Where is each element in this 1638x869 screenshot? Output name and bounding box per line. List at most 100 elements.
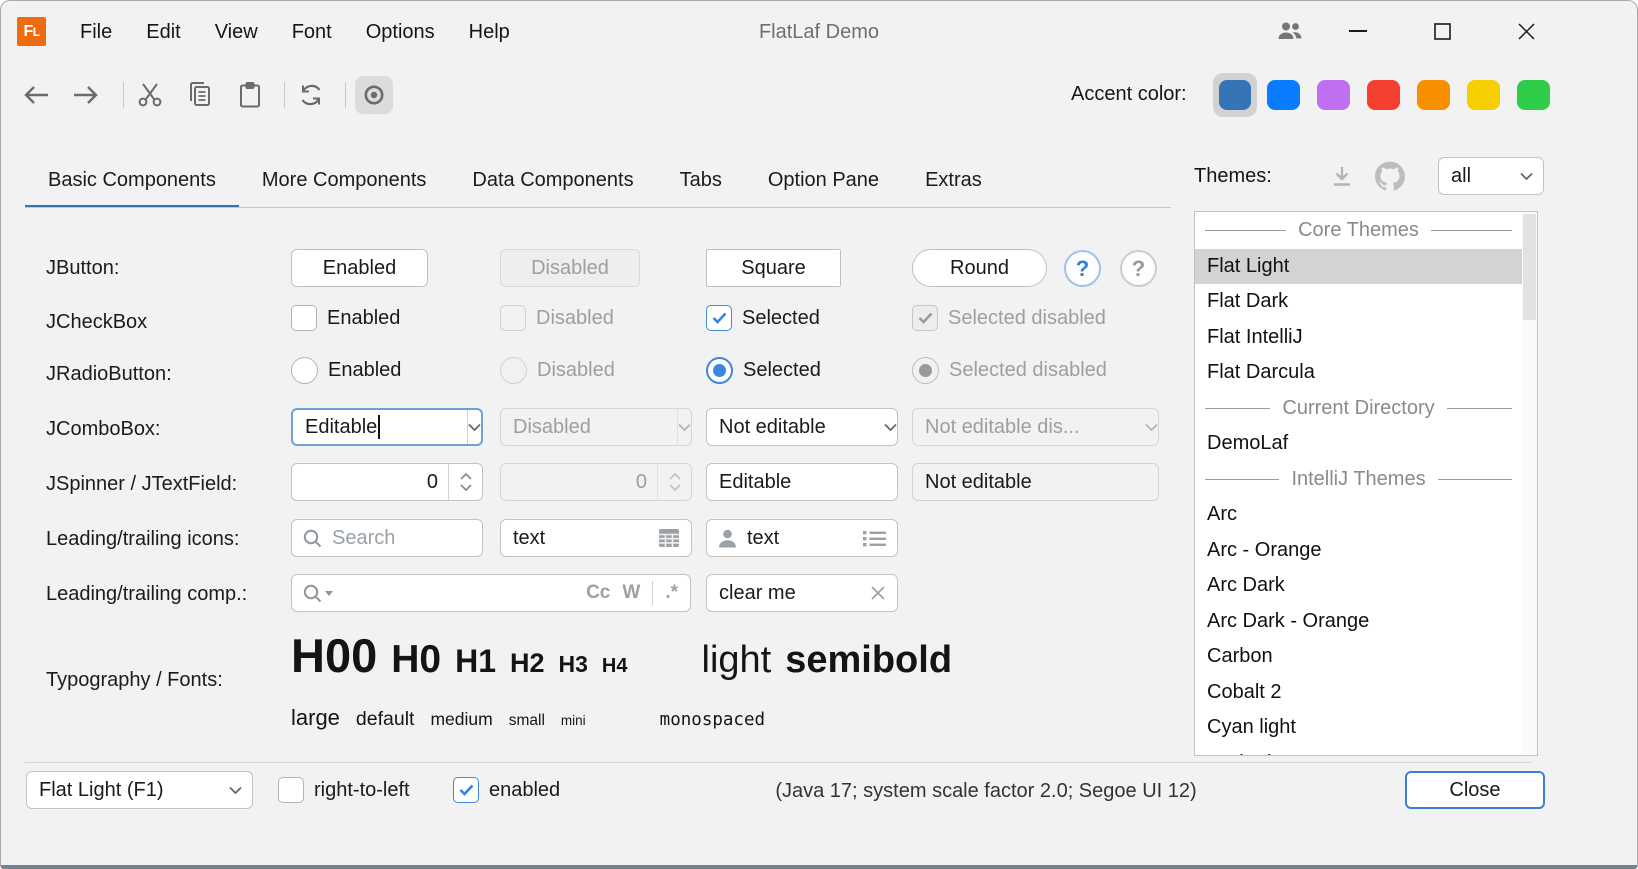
checkbox-selected[interactable]: Selected [706,305,820,331]
accent-swatch-orange[interactable] [1417,80,1450,110]
checkbox-disabled: Disabled [500,305,614,331]
help-button[interactable]: ? [1064,250,1101,287]
spinner[interactable]: 0 [291,463,483,501]
menu-options[interactable]: Options [349,15,452,50]
tab-option-pane[interactable]: Option Pane [745,156,902,208]
menu-help[interactable]: Help [452,15,527,50]
radio-selected[interactable]: Selected [706,357,821,384]
tab-basic-components[interactable]: Basic Components [25,156,239,208]
square-button[interactable]: Square [706,249,841,287]
enabled-checkbox[interactable]: enabled [453,777,560,803]
theme-item-arc-orange[interactable]: Arc - Orange [1195,533,1522,569]
chevron-down-icon[interactable] [884,423,897,431]
laf-selector-combobox[interactable]: Flat Light (F1) [26,771,253,809]
theme-item-arc-dark[interactable]: Arc Dark [1195,568,1522,604]
forward-button[interactable] [67,76,105,114]
close-button[interactable]: Close [1405,771,1545,809]
maximize-button[interactable] [1419,11,1465,51]
accent-swatch-yellow[interactable] [1467,80,1500,110]
tab-more-components[interactable]: More Components [239,156,450,208]
checkbox-checked-icon[interactable] [706,305,732,331]
copy-button[interactable] [181,76,219,114]
tab-data-components[interactable]: Data Components [449,156,656,208]
show-hover-icon [362,83,386,107]
right-to-left-checkbox[interactable]: right-to-left [278,777,410,803]
mini-sample: mini [561,713,586,728]
checkbox-enabled[interactable]: Enabled [291,305,400,331]
textfield-editable[interactable]: Editable [706,463,898,501]
theme-item-arc-dark-orange[interactable]: Arc Dark - Orange [1195,604,1522,640]
show-hover-toggle[interactable] [355,76,393,114]
menu-edit[interactable]: Edit [129,15,197,50]
enabled-button[interactable]: Enabled [291,249,428,287]
accent-swatch-green[interactable] [1517,80,1550,110]
search-field[interactable] [291,519,483,557]
radio-enabled[interactable]: Enabled [291,357,401,384]
whole-word-button[interactable]: W [622,582,640,604]
refresh-button[interactable] [292,76,330,114]
search-with-menu-icon[interactable] [292,584,333,603]
theme-item-flat-darcula[interactable]: Flat Darcula [1195,355,1522,391]
tabbar-underline [25,207,1171,208]
back-button[interactable] [17,76,55,114]
minimize-icon [1349,29,1367,33]
scrollbar-thumb[interactable] [1523,214,1536,320]
theme-item-cyan-light[interactable]: Cyan light [1195,710,1522,746]
tab-extras[interactable]: Extras [902,156,1005,208]
chevron-up-icon [669,473,681,480]
search-field-with-options[interactable]: Cc W .* [291,574,691,612]
chevron-down-icon [1145,423,1158,431]
round-button[interactable]: Round [912,249,1047,287]
text-field-trailing-icon[interactable]: text [500,519,692,557]
accent-swatch-blue-selected[interactable] [1219,80,1251,110]
theme-item-demolaf[interactable]: DemoLaf [1195,426,1522,462]
list-icon[interactable] [863,530,897,547]
combobox-editable[interactable]: Editable [291,408,483,446]
theme-item-dark-flat[interactable]: Dark Flat [1195,746,1522,757]
light-weight-sample: light [702,639,772,682]
radio-icon[interactable] [291,357,318,384]
calendar-grid-icon[interactable] [658,528,691,548]
menu-font[interactable]: Font [275,15,349,50]
theme-item-flat-dark[interactable]: Flat Dark [1195,284,1522,320]
download-themes-button[interactable] [1325,159,1359,193]
theme-item-arc[interactable]: Arc [1195,497,1522,533]
small-sample: small [509,712,545,730]
theme-item-flat-light[interactable]: Flat Light [1195,249,1522,285]
themes-separator: Core Themes [1195,213,1522,249]
clearable-field[interactable]: clear me [706,574,898,612]
radio-checked-icon[interactable] [706,357,733,384]
checkbox-icon[interactable] [291,305,317,331]
menu-file[interactable]: File [63,15,129,50]
theme-item-cobalt-2[interactable]: Cobalt 2 [1195,675,1522,711]
themes-filter-combobox[interactable]: all [1438,157,1544,195]
themes-scrollbar[interactable] [1522,212,1537,755]
combobox-not-editable[interactable]: Not editable [706,408,898,446]
chevron-down-icon [678,423,691,431]
tab-tabs[interactable]: Tabs [657,156,745,208]
match-case-button[interactable]: Cc [586,582,610,604]
search-input[interactable] [322,527,442,550]
clear-icon[interactable] [871,586,897,600]
accent-swatch-purple[interactable] [1317,80,1350,110]
chevron-down-icon[interactable] [468,423,481,431]
regex-button[interactable]: .* [665,582,678,604]
close-window-button[interactable] [1503,11,1549,51]
menu-view[interactable]: View [198,15,275,50]
github-button[interactable] [1373,159,1407,193]
accent-swatch-brightblue[interactable] [1267,80,1300,110]
checkbox-checked-icon[interactable] [453,777,479,803]
theme-item-flat-intellij[interactable]: Flat IntelliJ [1195,320,1522,356]
cut-button[interactable] [131,76,169,114]
text-field-leading-trailing[interactable]: text [706,519,898,557]
minimize-button[interactable] [1335,11,1381,51]
checkbox-selected-disabled: Selected disabled [912,305,1106,331]
theme-item-carbon[interactable]: Carbon [1195,639,1522,675]
accent-swatch-red[interactable] [1367,80,1400,110]
h0-sample: H0 [391,638,441,682]
checkbox-icon[interactable] [278,777,304,803]
paste-button[interactable] [231,76,269,114]
users-button[interactable] [1267,11,1313,51]
spinner-buttons[interactable] [449,464,482,500]
default-sample: default [356,708,415,731]
